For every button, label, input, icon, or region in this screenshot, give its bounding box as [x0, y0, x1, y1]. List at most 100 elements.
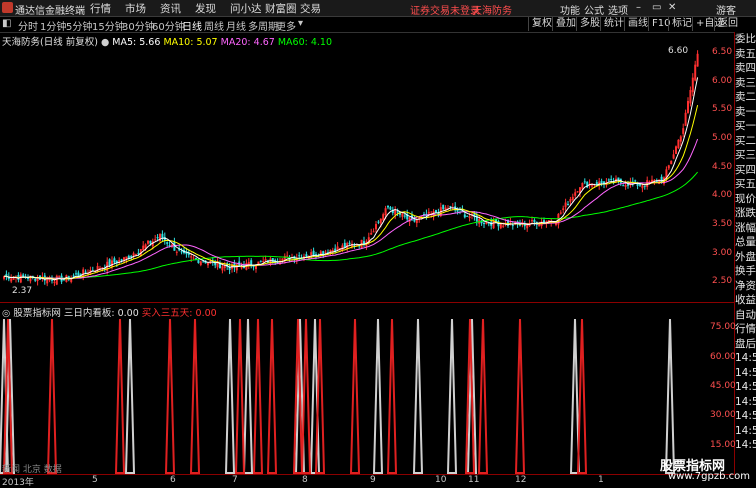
mark-button[interactable]: 标记 [668, 17, 695, 31]
period-multi[interactable]: 多周期 [248, 18, 278, 33]
close-icon[interactable]: ✕ [668, 2, 676, 13]
menu-item-news[interactable]: 资讯 [160, 1, 195, 16]
side-label: 卖一 [735, 105, 756, 118]
candle-body [5, 273, 8, 276]
period-1min[interactable]: 1分钟 [40, 18, 66, 33]
adjust-button[interactable]: 复权 [528, 17, 555, 31]
ma20-line [3, 138, 699, 279]
period-tick[interactable]: 分时 [18, 18, 38, 33]
menu-item-quotes[interactable]: 行情 [90, 1, 125, 16]
multi-stock-button[interactable]: 多股 [576, 17, 603, 31]
period-daily[interactable]: 日线 [182, 18, 202, 33]
candle-body [77, 272, 80, 276]
overlay-button[interactable]: 叠加 [552, 17, 579, 31]
side-time: 14:50 [735, 410, 756, 422]
period-toolbar: ◧ 分时 1分钟 5分钟 15分钟 30分钟 60分钟 日线 周线 月线 多周期… [0, 17, 756, 33]
side-label: 买二 [735, 134, 756, 147]
signal-spike [224, 318, 236, 474]
indicator-panel[interactable]: ◎ 股票指标网 三日内看板: 0.00 买入三五天: 0.00 75.00 60… [0, 302, 736, 475]
menu-item-formula[interactable]: 公式 [584, 2, 604, 17]
menu-item-ask[interactable]: 问小达 [230, 1, 265, 16]
period-30min[interactable]: 30分钟 [122, 18, 155, 33]
side-label: 自动 [735, 308, 756, 321]
candle-body [583, 181, 586, 183]
main-menu: 行情 市场 资讯 发现 问小达 财富圈 交易 [90, 1, 335, 16]
menu-item-discover[interactable]: 发现 [195, 1, 230, 16]
date-tick: 9 [370, 475, 376, 485]
period-weekly[interactable]: 周线 [204, 18, 224, 33]
candle-body [509, 222, 512, 224]
candle-body [207, 262, 209, 266]
candle-body [331, 249, 334, 251]
candle-body [591, 185, 593, 187]
app-logo-icon [2, 2, 13, 13]
indicator-plot [0, 318, 676, 474]
candle-body [435, 210, 437, 213]
candle-body [694, 64, 697, 81]
candle-body [396, 211, 399, 213]
candle-body [192, 257, 195, 259]
signal-spike [314, 318, 326, 474]
menu-item-trade[interactable]: 交易 [300, 1, 335, 16]
candle-body [607, 179, 610, 181]
side-time: 14:50 [735, 424, 756, 437]
candle-body [401, 213, 404, 217]
candle-body [463, 214, 466, 218]
candle-body [569, 199, 572, 202]
side-time: 14:50 [735, 352, 756, 364]
candle-body [564, 202, 567, 208]
candle-body [149, 240, 152, 244]
signal-spike [266, 318, 278, 474]
candle-body [379, 218, 382, 224]
signal-spike [234, 318, 246, 474]
minimize-icon[interactable]: – [636, 2, 641, 13]
stats-button[interactable]: 统计 [600, 17, 627, 31]
side-label: 买一 [735, 120, 756, 132]
main-chart[interactable]: 天海防务(日线 前复权) ● MA5: 5.66 MA10: 5.07 MA20… [0, 32, 735, 302]
date-tick: 5 [92, 475, 98, 485]
period-more[interactable]: 更多 [276, 18, 296, 33]
candle-body [559, 212, 562, 214]
login-status[interactable]: 证券交易未登录 [410, 2, 480, 17]
candle-body [634, 180, 637, 182]
candle-body [538, 224, 541, 227]
draw-line-button[interactable]: 画线 [624, 17, 651, 31]
low-price-label: 2.37 [12, 286, 33, 296]
candle-body [142, 245, 145, 251]
side-label: 卖三 [735, 76, 756, 89]
current-stock-name: 天海防务 [472, 6, 512, 17]
candle-body [322, 251, 325, 255]
candle-body [324, 251, 327, 253]
side-label: 外盘 [735, 250, 756, 263]
menu-item-options[interactable]: 选项 [608, 2, 628, 17]
signal-spike [300, 318, 312, 474]
menu-item-wealth[interactable]: 财富圈 [265, 1, 300, 16]
candle-body [427, 211, 430, 214]
period-monthly[interactable]: 月线 [226, 18, 246, 33]
date-tick: 11 [468, 475, 480, 485]
candle-body [259, 260, 262, 262]
candle-body [483, 222, 485, 224]
restore-icon[interactable]: ▭ [652, 2, 661, 13]
candle-body [696, 53, 699, 67]
candlestick-plot [3, 50, 699, 287]
period-15min[interactable]: 15分钟 [92, 18, 125, 33]
signal-spike [576, 318, 588, 474]
candle-body [682, 128, 685, 134]
signal-spike [477, 318, 489, 474]
candle-body [180, 251, 183, 253]
candle-body [415, 219, 418, 224]
candle-body [687, 100, 689, 113]
candle-body [643, 185, 646, 187]
user-label[interactable]: 游客 [716, 2, 736, 17]
menu-item-function[interactable]: 功能 [560, 2, 580, 17]
period-60min[interactable]: 60分钟 [152, 18, 185, 33]
price-tick: 3.50 [712, 219, 733, 229]
dropdown-arrow-icon[interactable]: ▾ [298, 18, 303, 29]
back-button[interactable]: 返回 [714, 17, 741, 31]
menu-item-market[interactable]: 市场 [125, 1, 160, 16]
period-5min[interactable]: 5分钟 [66, 18, 92, 33]
layout-toggle-icon[interactable]: ◧ [2, 18, 11, 29]
signal-spike [514, 318, 526, 474]
candle-body [166, 242, 169, 244]
